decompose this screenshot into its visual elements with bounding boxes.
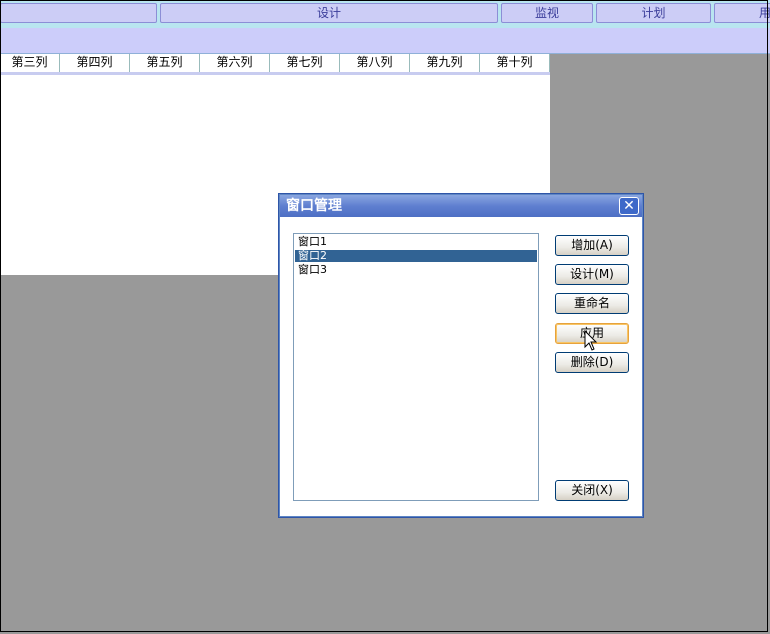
top-tab-bar: 设计 监视 计划 用 bbox=[0, 0, 770, 28]
rename-button[interactable]: 重命名 bbox=[555, 293, 629, 314]
column-header[interactable]: 第七列 bbox=[270, 54, 340, 72]
design-button[interactable]: 设计(M) bbox=[555, 264, 629, 285]
tab-design[interactable]: 设计 bbox=[160, 3, 498, 23]
add-button[interactable]: 增加(A) bbox=[555, 235, 629, 256]
dialog-title: 窗口管理 bbox=[286, 198, 342, 214]
column-header[interactable]: 第三列 bbox=[0, 54, 60, 72]
close-button[interactable]: 关闭(X) bbox=[555, 480, 629, 501]
delete-button[interactable]: 删除(D) bbox=[555, 352, 629, 373]
sub-toolbar bbox=[0, 28, 770, 54]
column-header[interactable]: 第八列 bbox=[340, 54, 410, 72]
column-header[interactable]: 第五列 bbox=[130, 54, 200, 72]
tab-monitor[interactable]: 监视 bbox=[501, 3, 593, 23]
header-divider bbox=[0, 72, 550, 75]
tab-plan[interactable]: 计划 bbox=[596, 3, 711, 23]
mouse-pointer-icon bbox=[584, 330, 598, 351]
column-header[interactable]: 第四列 bbox=[60, 54, 130, 72]
tab-use[interactable]: 用 bbox=[714, 3, 770, 23]
list-item[interactable]: 窗口1 bbox=[295, 236, 537, 248]
list-item-selected[interactable]: 窗口2 bbox=[295, 250, 537, 262]
column-header[interactable]: 第九列 bbox=[410, 54, 480, 72]
window-manager-dialog: 窗口管理 ✕ 窗口1 窗口2 窗口3 增加(A) 设计(M) 重命名 应用 删除… bbox=[279, 194, 643, 517]
list-item[interactable]: 窗口3 bbox=[295, 264, 537, 276]
close-icon[interactable]: ✕ bbox=[619, 197, 639, 215]
tab-blank[interactable] bbox=[0, 3, 157, 23]
column-header[interactable]: 第十列 bbox=[480, 54, 550, 72]
dialog-title-bar[interactable]: 窗口管理 ✕ bbox=[280, 195, 642, 217]
column-header[interactable]: 第六列 bbox=[200, 54, 270, 72]
window-list[interactable]: 窗口1 窗口2 窗口3 bbox=[293, 233, 539, 501]
